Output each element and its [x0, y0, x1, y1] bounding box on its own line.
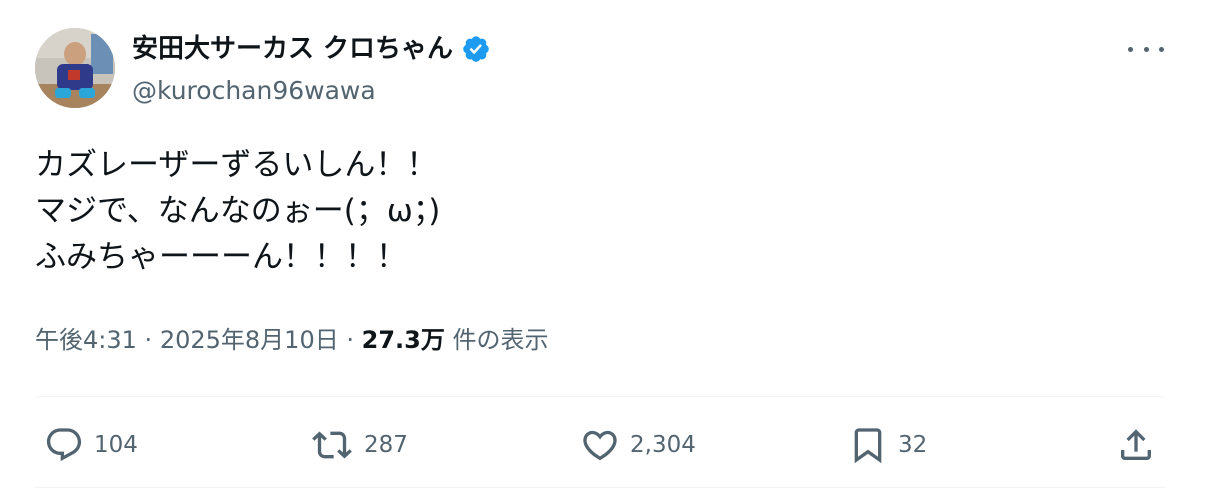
views-label: 件の表示: [452, 326, 549, 354]
share-button[interactable]: [1116, 420, 1156, 470]
like-button[interactable]: 2,304: [580, 420, 696, 470]
views-count: 27.3万: [361, 326, 445, 354]
avatar[interactable]: [35, 28, 115, 108]
meta-separator: ·: [346, 326, 354, 354]
reply-icon: [46, 428, 82, 462]
tweet-text-line: マジで、なんなのぉー(；ω；): [35, 193, 441, 229]
repost-icon: [312, 431, 352, 459]
reply-button[interactable]: 104: [44, 420, 138, 470]
tweet-date[interactable]: 2025年8月10日: [160, 326, 339, 354]
divider: [35, 396, 1165, 397]
tweet-time[interactable]: 午後4:31: [35, 326, 137, 354]
bookmark-icon: [854, 428, 882, 464]
bookmark-count: 32: [898, 432, 928, 458]
tweet-text-line: カズレーザーずるいしん！！: [35, 147, 438, 183]
action-bar: 104 287 2,304 32: [0, 420, 1218, 470]
bookmark-button[interactable]: 32: [848, 420, 927, 470]
verified-badge-icon[interactable]: [461, 34, 491, 64]
tweet-card: 安田大サーカス クロちゃん @kurochan96wawa カズレーザーずるいし…: [0, 0, 1218, 492]
tweet-text-line: ふみちゃーーーん！！！！: [35, 239, 407, 275]
author-handle[interactable]: @kurochan96wawa: [132, 75, 376, 107]
author-name-row: 安田大サーカス クロちゃん: [132, 32, 491, 66]
heart-icon: [583, 430, 617, 461]
tweet-meta: 午後4:31 · 2025年8月10日 · 27.3万 件の表示: [35, 322, 549, 358]
more-icon[interactable]: [1128, 38, 1164, 60]
divider: [35, 487, 1165, 488]
author-display-name[interactable]: 安田大サーカス クロちゃん: [132, 32, 453, 66]
reply-count: 104: [94, 432, 138, 458]
repost-button[interactable]: 287: [310, 420, 408, 470]
meta-separator: ·: [144, 326, 153, 354]
share-icon: [1121, 429, 1151, 460]
like-count: 2,304: [630, 432, 696, 458]
repost-count: 287: [364, 432, 408, 458]
tweet-text: カズレーザーずるいしん！！ マジで、なんなのぉー(；ω；) ふみちゃーーーん！！…: [35, 142, 1175, 280]
